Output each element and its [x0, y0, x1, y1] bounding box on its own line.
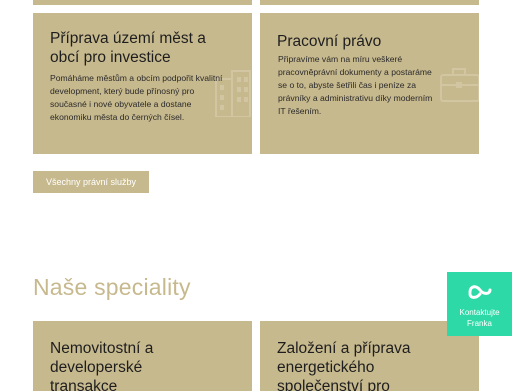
contact-frank-label: Kontaktujte Franka: [459, 308, 500, 328]
chat-logo-icon: [468, 285, 492, 299]
briefcase-icon: [440, 68, 479, 102]
service-card-description: Pomáháme městům a obcím podpořit kvalitn…: [50, 73, 223, 122]
contact-frank-widget[interactable]: Kontaktujte Franka: [447, 272, 512, 336]
all-legal-services-button[interactable]: Všechny právní služby: [33, 171, 149, 193]
service-card-previous-right[interactable]: [260, 0, 479, 5]
service-card-title: Pracovní právo: [277, 33, 382, 50]
service-card-previous-left[interactable]: [33, 0, 252, 5]
speciality-card-title: Nemovitostní a developerské transakce: [50, 340, 154, 391]
speciality-card-title: Založení a příprava energetického společ…: [277, 340, 411, 391]
specialities-heading: Naše speciality: [33, 274, 191, 300]
service-card-title: Příprava území měst a obcí pro investice: [50, 30, 206, 66]
speciality-card-real-estate[interactable]: Nemovitostní a developerské transakce: [33, 321, 252, 391]
service-card-labour-law[interactable]: Pracovní právo Připravíme vám na míru ve…: [260, 13, 479, 154]
service-card-description: Připravíme vám na míru veškeré pracovněp…: [278, 54, 433, 116]
service-card-municipal-investment[interactable]: Příprava území měst a obcí pro investice…: [33, 13, 252, 154]
